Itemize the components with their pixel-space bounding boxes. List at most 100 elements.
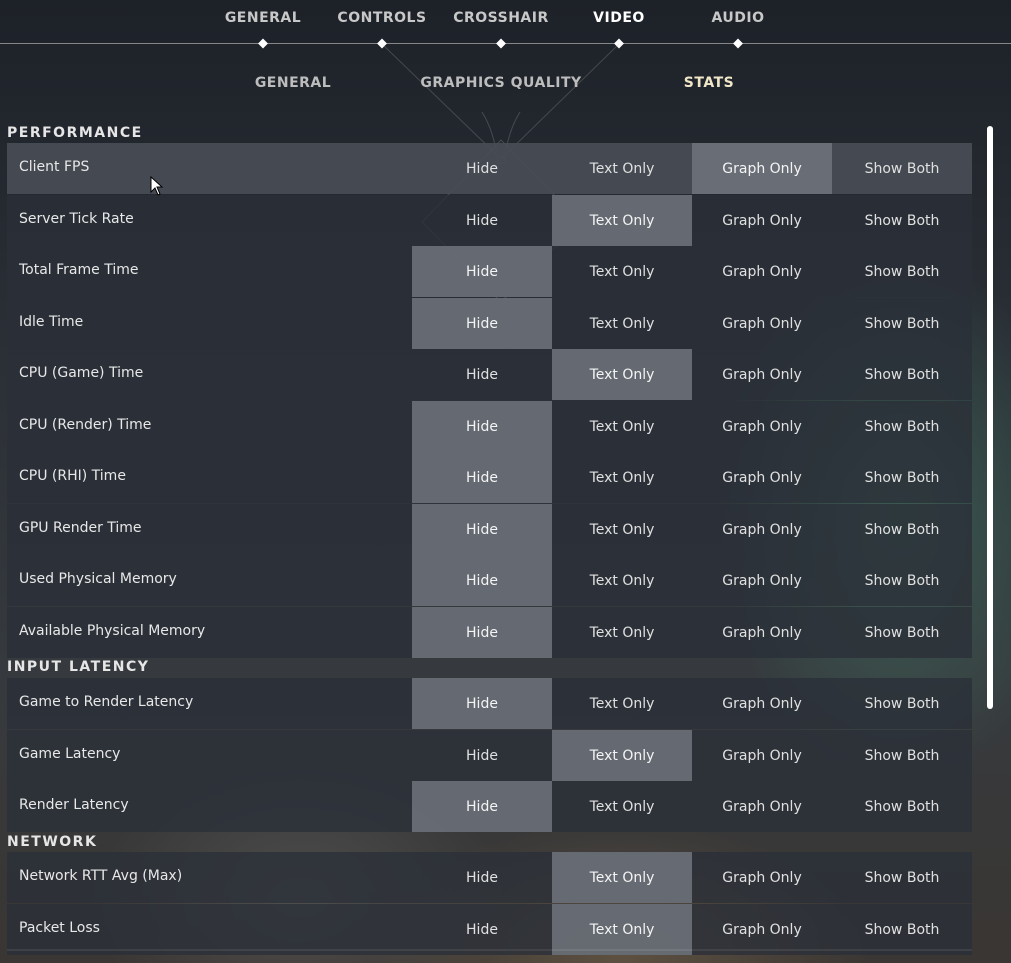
section-title-performance: PERFORMANCE — [7, 125, 143, 141]
option-graph-only-button[interactable]: Graph Only — [692, 349, 832, 400]
option-text-only-button[interactable]: Text Only — [552, 730, 692, 781]
option-graph-only-button[interactable]: Graph Only — [692, 852, 832, 903]
option-show-both-button[interactable]: Show Both — [832, 607, 972, 658]
tab-audio[interactable]: AUDIO — [711, 10, 764, 26]
subtab-general[interactable]: GENERAL — [255, 75, 331, 91]
option-hide-button[interactable]: Hide — [412, 781, 552, 832]
option-graph-only-button[interactable]: Graph Only — [692, 195, 832, 246]
setting-row[interactable]: CPU (Game) Time Hide Text Only Graph Only Sh… — [7, 349, 972, 400]
setting-row[interactable]: Network RTT Avg (Max) Hide Text Only Graph … — [7, 852, 972, 903]
option-hide-button[interactable]: Hide — [412, 349, 552, 400]
option-graph-only-button[interactable]: Graph Only — [692, 904, 832, 955]
option-hide-button[interactable]: Hide — [412, 555, 552, 606]
mouse-cursor-icon — [150, 176, 164, 196]
setting-row[interactable]: Game to Render Latency Hide Text Only Graph… — [7, 678, 972, 729]
option-text-only-button[interactable]: Text Only — [552, 298, 692, 349]
option-show-both-button[interactable]: Show Both — [832, 195, 972, 246]
setting-row[interactable]: Render Latency Hide Text Only Graph Only Sho… — [7, 781, 972, 832]
setting-label: Game to Render Latency — [19, 694, 194, 710]
option-show-both-button[interactable]: Show Both — [832, 246, 972, 297]
setting-label: Game Latency — [19, 746, 121, 762]
tab-audio-marker-icon — [733, 38, 743, 49]
option-graph-only-button[interactable]: Graph Only — [692, 504, 832, 555]
option-show-both-button[interactable]: Show Both — [832, 852, 972, 903]
option-text-only-button[interactable]: Text Only — [552, 401, 692, 452]
section-title-network: NETWORK — [7, 834, 98, 850]
option-text-only-button[interactable]: Text Only — [552, 781, 692, 832]
option-graph-only-button[interactable]: Graph Only — [692, 246, 832, 297]
setting-label: GPU Render Time — [19, 520, 142, 536]
setting-row[interactable]: Available Physical Memory Hide Text Only Gr… — [7, 607, 972, 658]
option-graph-only-button[interactable]: Graph Only — [692, 298, 832, 349]
option-hide-button[interactable]: Hide — [412, 852, 552, 903]
option-text-only-button[interactable]: Text Only — [552, 607, 692, 658]
option-graph-only-button[interactable]: Graph Only — [692, 781, 832, 832]
option-text-only-button[interactable]: Text Only — [552, 555, 692, 606]
option-show-both-button[interactable]: Show Both — [832, 781, 972, 832]
setting-row[interactable]: Used Physical Memory Hide Text Only Graph O… — [7, 555, 972, 606]
setting-row[interactable]: Idle Time Hide Text Only Graph Only Show Bot… — [7, 298, 972, 349]
setting-row[interactable]: CPU (RHI) Time Hide Text Only Graph Only Sho… — [7, 452, 972, 503]
option-graph-only-button[interactable]: Graph Only — [692, 401, 832, 452]
tab-controls-marker-icon — [377, 38, 387, 49]
setting-label: Client FPS — [19, 159, 90, 175]
option-graph-only-button[interactable]: Graph Only — [692, 678, 832, 729]
option-text-only-button[interactable]: Text Only — [552, 349, 692, 400]
option-hide-button[interactable]: Hide — [412, 246, 552, 297]
subtab-graphics-quality[interactable]: GRAPHICS QUALITY — [420, 75, 581, 91]
setting-label: Network RTT Avg (Max) — [19, 868, 183, 884]
tab-video[interactable]: VIDEO — [593, 10, 645, 26]
list-bottom-divider — [7, 949, 972, 951]
option-hide-button[interactable]: Hide — [412, 504, 552, 555]
section-title-input-latency: INPUT LATENCY — [7, 659, 150, 675]
setting-label: Server Tick Rate — [19, 211, 134, 227]
option-text-only-button[interactable]: Text Only — [552, 246, 692, 297]
option-show-both-button[interactable]: Show Both — [832, 678, 972, 729]
setting-row[interactable]: Packet Loss Hide Text Only Graph Only Show B… — [7, 904, 972, 955]
option-text-only-button[interactable]: Text Only — [552, 195, 692, 246]
option-text-only-button[interactable]: Text Only — [552, 904, 692, 955]
option-text-only-button[interactable]: Text Only — [552, 852, 692, 903]
tab-video-marker-icon — [614, 38, 624, 49]
option-hide-button[interactable]: Hide — [412, 195, 552, 246]
option-show-both-button[interactable]: Show Both — [832, 504, 972, 555]
setting-row[interactable]: Game Latency Hide Text Only Graph Only Show … — [7, 730, 972, 781]
scrollbar[interactable] — [987, 126, 993, 709]
option-graph-only-button[interactable]: Graph Only — [692, 452, 832, 503]
setting-label: Idle Time — [19, 314, 84, 330]
option-hide-button[interactable]: Hide — [412, 730, 552, 781]
option-hide-button[interactable]: Hide — [412, 298, 552, 349]
option-graph-only-button[interactable]: Graph Only — [692, 607, 832, 658]
option-show-both-button[interactable]: Show Both — [832, 452, 972, 503]
option-hide-button[interactable]: Hide — [412, 143, 552, 194]
option-show-both-button[interactable]: Show Both — [832, 555, 972, 606]
option-hide-button[interactable]: Hide — [412, 904, 552, 955]
setting-row[interactable]: CPU (Render) Time Hide Text Only Graph Only… — [7, 401, 972, 452]
setting-row[interactable]: Server Tick Rate Hide Text Only Graph Only S… — [7, 195, 972, 246]
option-show-both-button[interactable]: Show Both — [832, 143, 972, 194]
tab-controls[interactable]: CONTROLS — [337, 10, 426, 26]
option-text-only-button[interactable]: Text Only — [552, 143, 692, 194]
option-hide-button[interactable]: Hide — [412, 452, 552, 503]
option-show-both-button[interactable]: Show Both — [832, 730, 972, 781]
setting-row[interactable]: GPU Render Time Hide Text Only Graph Only Sh… — [7, 504, 972, 555]
option-text-only-button[interactable]: Text Only — [552, 678, 692, 729]
option-graph-only-button[interactable]: Graph Only — [692, 555, 832, 606]
option-hide-button[interactable]: Hide — [412, 607, 552, 658]
option-show-both-button[interactable]: Show Both — [832, 349, 972, 400]
option-text-only-button[interactable]: Text Only — [552, 504, 692, 555]
setting-label: Total Frame Time — [19, 262, 139, 278]
option-graph-only-button[interactable]: Graph Only — [692, 143, 832, 194]
option-hide-button[interactable]: Hide — [412, 678, 552, 729]
option-hide-button[interactable]: Hide — [412, 401, 552, 452]
subtab-stats[interactable]: STATS — [684, 75, 734, 91]
tab-general[interactable]: GENERAL — [225, 10, 301, 26]
option-show-both-button[interactable]: Show Both — [832, 904, 972, 955]
setting-label: Packet Loss — [19, 920, 100, 936]
option-show-both-button[interactable]: Show Both — [832, 401, 972, 452]
tab-crosshair[interactable]: CROSSHAIR — [453, 10, 549, 26]
option-graph-only-button[interactable]: Graph Only — [692, 730, 832, 781]
setting-row[interactable]: Total Frame Time Hide Text Only Graph Only S… — [7, 246, 972, 297]
option-show-both-button[interactable]: Show Both — [832, 298, 972, 349]
option-text-only-button[interactable]: Text Only — [552, 452, 692, 503]
